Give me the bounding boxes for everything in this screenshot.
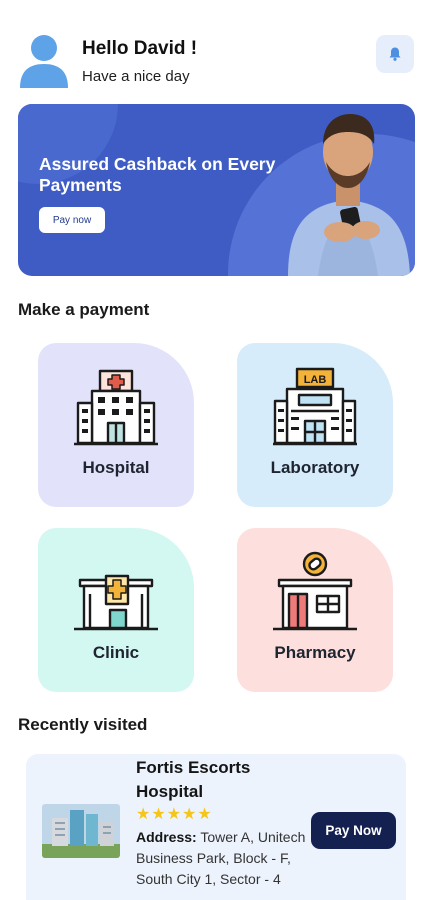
bell-icon [389, 47, 401, 61]
hospital-name[interactable]: Fortis Escorts Hospital [136, 756, 296, 804]
notification-button[interactable] [376, 35, 414, 73]
recent-section-title: Recently visited [18, 715, 148, 734]
rating-stars: ★★★★★ [136, 806, 213, 823]
category-card-pharmacy[interactable]: Pharmacy [237, 528, 393, 692]
category-card-laboratory[interactable]: LAB Laboratory [237, 343, 393, 507]
category-label-pharmacy: Pharmacy [274, 643, 356, 662]
man-with-phone-image [288, 114, 410, 276]
promo-banner[interactable]: Assured Cashback on Every Payments Pay n… [18, 104, 415, 276]
header: Hello David ! Have a nice day [18, 34, 414, 90]
hospital-building-image [42, 804, 120, 858]
greeting-subtitle: Have a nice day [82, 68, 190, 85]
banner-pay-now-button[interactable]: Pay now [39, 207, 105, 233]
laboratory-icon: LAB [273, 367, 357, 446]
payment-section-title: Make a payment [18, 300, 150, 319]
pay-now-button[interactable]: Pay Now [311, 812, 396, 849]
category-label-laboratory: Laboratory [270, 458, 360, 477]
category-label-clinic: Clinic [92, 643, 140, 662]
lab-sign-text: LAB [304, 374, 327, 386]
address-label: Address: [136, 829, 197, 845]
clinic-icon [74, 574, 158, 631]
category-card-clinic[interactable]: Clinic [38, 528, 194, 692]
hospital-icon [74, 369, 158, 446]
greeting-title: Hello David ! [82, 38, 198, 59]
category-label-hospital: Hospital [82, 458, 150, 477]
banner-title: Assured Cashback on Every Payments [39, 154, 276, 195]
hospital-address: Address: Tower A, Unitech Business Park,… [136, 827, 311, 890]
recent-hospital-card[interactable]: Fortis Escorts Hospital ★★★★★ Address: T… [26, 754, 406, 900]
pharmacy-icon [273, 551, 357, 631]
category-card-hospital[interactable]: Hospital [38, 343, 194, 507]
user-avatar-icon[interactable] [18, 34, 70, 88]
